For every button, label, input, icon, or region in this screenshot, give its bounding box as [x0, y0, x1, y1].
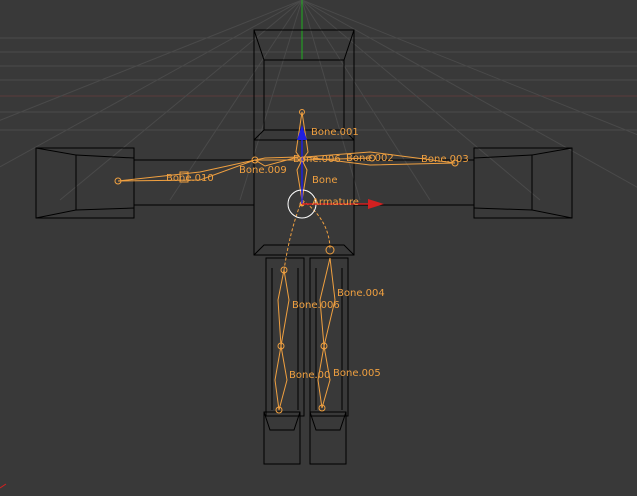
bone-label: Bone.001 [311, 127, 359, 138]
armature-bones[interactable] [114, 109, 459, 414]
bone-label: Bone.00 [289, 370, 330, 381]
bone-label: Bone.006 [292, 300, 340, 311]
bone-label: Bone.006 [293, 154, 341, 165]
bone-labels: Bone.001 Bone.006 Bone.002 Bone.003 Bone… [166, 127, 469, 381]
character-mesh[interactable] [35, 29, 573, 465]
bone-label: Bone.004 [337, 288, 385, 299]
bone-label: Bone [312, 175, 337, 186]
corner-axis-icon [0, 483, 7, 489]
bone-label: Bone.003 [421, 154, 469, 165]
viewport-canvas[interactable]: Bone.001 Bone.006 Bone.002 Bone.003 Bone… [0, 0, 637, 492]
3d-viewport[interactable]: Bone.001 Bone.006 Bone.002 Bone.003 Bone… [0, 0, 637, 492]
armature-label: Armature [312, 197, 359, 208]
bone-label: Bone.009 [239, 165, 287, 176]
bone-label: Bone.010 [166, 173, 214, 184]
bone-label: Bone.005 [333, 368, 381, 379]
bone-label: Bone.002 [346, 153, 394, 164]
